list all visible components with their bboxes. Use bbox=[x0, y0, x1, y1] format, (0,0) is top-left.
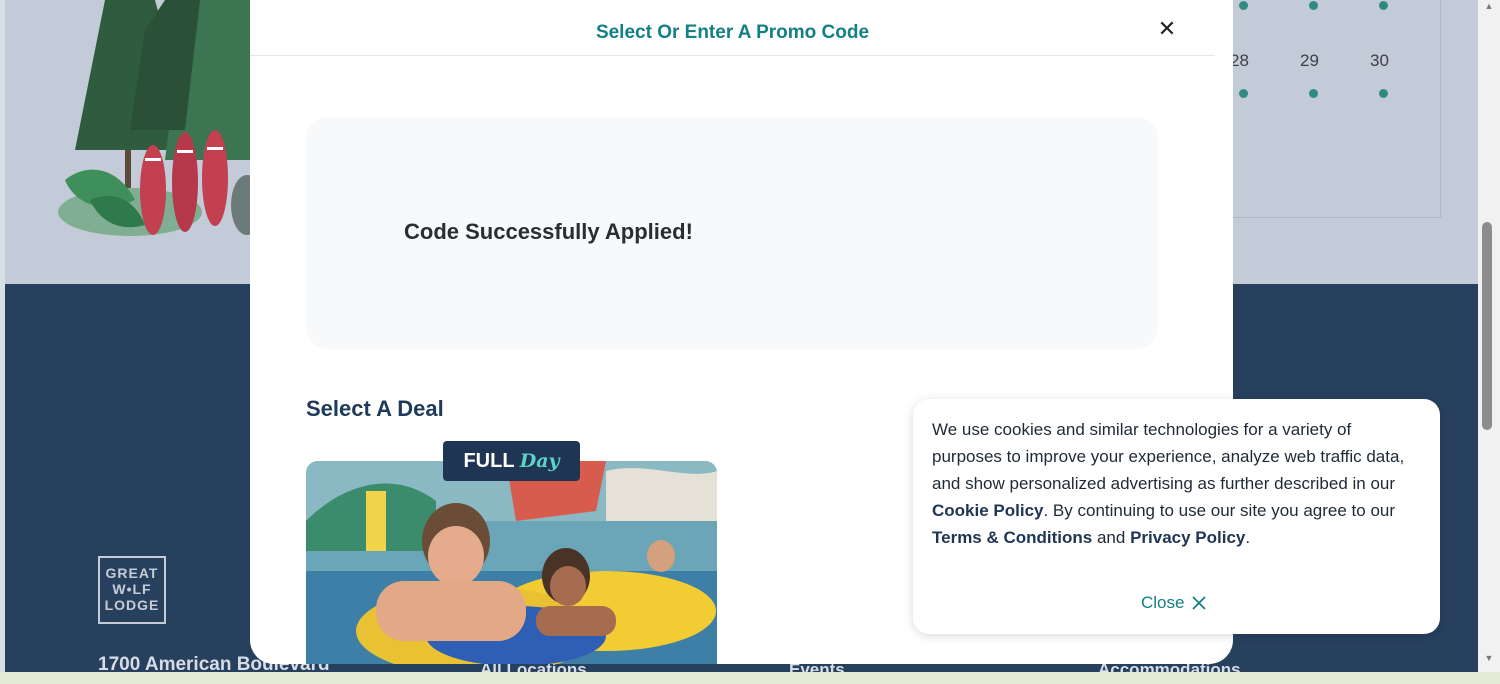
success-message-box: Code Successfully Applied! bbox=[306, 117, 1158, 349]
scroll-down-arrow-icon[interactable]: ▼ bbox=[1484, 654, 1494, 663]
logo-line: GREAT bbox=[105, 565, 159, 581]
calendar-dot bbox=[1309, 89, 1318, 98]
trees-bowling-illustration bbox=[58, 0, 260, 236]
scroll-up-arrow-icon[interactable]: ▲ bbox=[1484, 2, 1494, 11]
calendar-dot bbox=[1239, 89, 1248, 98]
modal-header: Select Or Enter A Promo Code ✕ bbox=[250, 0, 1215, 56]
calendar-dot bbox=[1309, 1, 1318, 10]
calendar-day[interactable]: 30 bbox=[1370, 51, 1389, 71]
terms-link[interactable]: Terms & Conditions bbox=[932, 528, 1092, 547]
cookie-text-part: . bbox=[1245, 528, 1251, 547]
page-scrollbar[interactable]: ▲ ▼ bbox=[1478, 0, 1500, 672]
close-icon[interactable]: ✕ bbox=[1155, 17, 1179, 41]
cookie-close-button[interactable]: Close bbox=[1141, 593, 1207, 613]
calendar-day[interactable]: 29 bbox=[1300, 51, 1319, 71]
cookie-text: We use cookies and similar technologies … bbox=[932, 416, 1421, 551]
privacy-policy-link[interactable]: Privacy Policy bbox=[1130, 528, 1245, 547]
badge-word: FULL bbox=[463, 450, 515, 472]
logo-line: W•LF bbox=[112, 581, 152, 597]
calendar-panel: 28 29 30 bbox=[1205, 0, 1441, 218]
success-message: Code Successfully Applied! bbox=[404, 219, 693, 244]
scroll-thumb[interactable] bbox=[1482, 222, 1492, 430]
cookie-close-label: Close bbox=[1141, 593, 1185, 612]
close-icon bbox=[1192, 596, 1207, 610]
calendar-dot bbox=[1379, 89, 1388, 98]
logo-line: LODGE bbox=[104, 597, 160, 613]
bottom-strip bbox=[0, 672, 1500, 684]
badge-word: Day bbox=[519, 450, 560, 472]
full-day-badge: FULL Day bbox=[443, 441, 580, 481]
great-wolf-lodge-logo[interactable]: GREAT W•LF LODGE bbox=[98, 556, 166, 624]
cookie-text-part: and bbox=[1092, 528, 1131, 547]
modal-title: Select Or Enter A Promo Code bbox=[595, 22, 870, 43]
calendar-dot bbox=[1239, 1, 1248, 10]
deal-card-image[interactable] bbox=[306, 461, 717, 664]
cookie-policy-link[interactable]: Cookie Policy bbox=[932, 501, 1043, 520]
cookie-text-part: We use cookies and similar technologies … bbox=[932, 420, 1405, 493]
cookie-text-part: . By continuing to use our site you agre… bbox=[1043, 501, 1396, 520]
deal-heading: Select A Deal bbox=[306, 396, 444, 421]
calendar-dot bbox=[1379, 1, 1388, 10]
cookie-banner: We use cookies and similar technologies … bbox=[913, 399, 1440, 634]
